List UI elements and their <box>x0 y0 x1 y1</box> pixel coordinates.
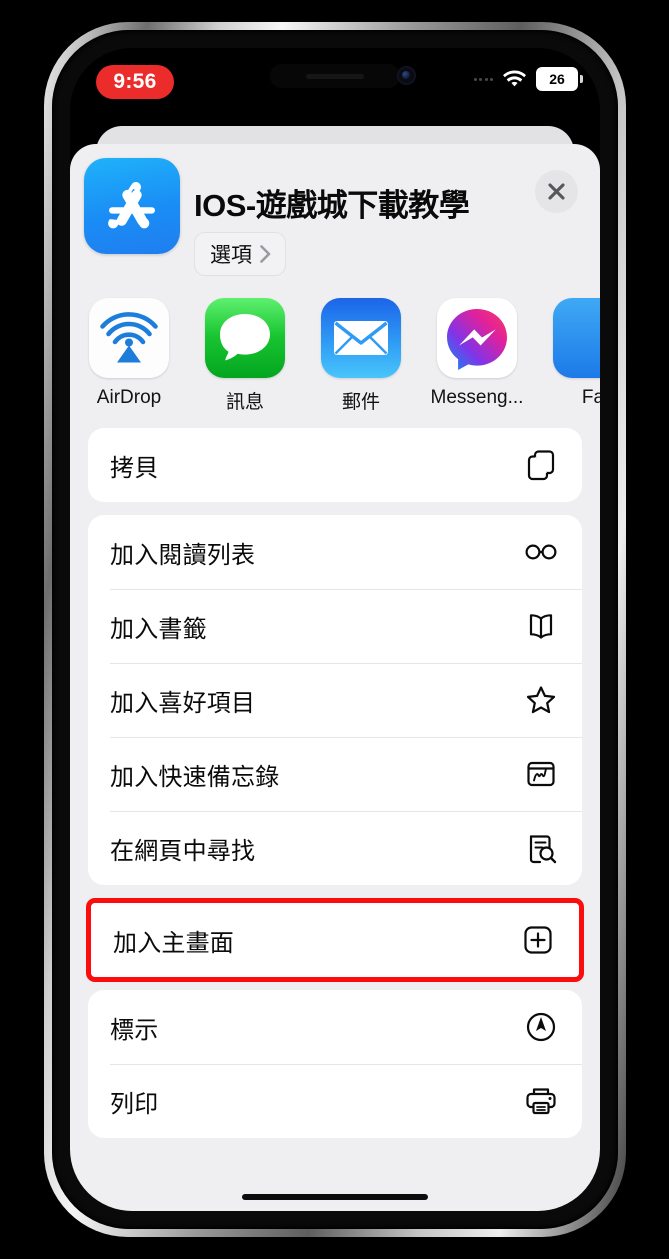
action-label: 在網頁中尋找 <box>110 837 256 865</box>
action-row-print[interactable]: 列印 <box>88 1064 582 1138</box>
action-row-copy[interactable]: 拷貝 <box>88 428 582 502</box>
messages-icon <box>205 298 285 378</box>
facetime-icon <box>553 298 600 378</box>
home-indicator[interactable] <box>242 1194 428 1200</box>
glasses-icon <box>525 544 557 560</box>
action-group: 拷貝 <box>88 428 582 502</box>
book-icon <box>529 614 553 639</box>
share-sheet-header: IOS-遊戲城下載教學 選項 <box>70 144 600 294</box>
action-label: 加入快速備忘錄 <box>110 763 280 791</box>
action-label: 加入喜好項目 <box>110 689 256 717</box>
action-label: 標示 <box>110 1016 159 1044</box>
share-target-label: AirDrop <box>96 387 162 408</box>
action-row-add-quick-note[interactable]: 加入快速備忘錄 <box>88 737 582 811</box>
action-row-add-to-favorites[interactable]: 加入喜好項目 <box>88 663 582 737</box>
share-target-label: Fa <box>581 387 600 408</box>
share-targets-row[interactable]: AirDrop 訊息 郵件 Messeng... Fa <box>70 294 600 428</box>
action-row-find-on-page[interactable]: 在網頁中尋找 <box>88 811 582 885</box>
share-target-label: 郵件 <box>341 392 380 413</box>
action-label: 拷貝 <box>110 454 159 482</box>
airdrop-icon <box>89 298 169 378</box>
front-camera-icon <box>397 66 416 85</box>
clock-label: 9:56 <box>113 70 157 93</box>
action-group: 加入閱讀列表 加入書籤 加入喜好項目 加入快速備忘錄 在網頁中尋找 <box>88 515 582 885</box>
options-label: 選項 <box>210 244 252 267</box>
action-label: 加入書籤 <box>110 615 207 643</box>
action-label: 加入主畫面 <box>113 929 234 957</box>
plus-square-icon <box>524 926 552 954</box>
status-indicators: 26 <box>473 67 583 91</box>
quick-note-icon <box>527 761 555 787</box>
share-target-label: Messeng... <box>430 387 524 408</box>
phone-bezel: 9:56 26 IOS-遊戲城下載教學 選項 AirDrop 訊息 郵件 Mes… <box>52 30 618 1229</box>
app-store-icon <box>84 158 180 254</box>
speaker-icon <box>306 73 364 79</box>
chevron-right-icon <box>260 245 271 263</box>
share-target-label: 訊息 <box>225 392 264 413</box>
share-target-messages[interactable]: 訊息 <box>200 298 290 414</box>
copy-icon <box>527 450 555 481</box>
share-target-facetime[interactable]: Fa <box>548 298 600 414</box>
print-icon <box>526 1088 556 1115</box>
dynamic-island <box>270 64 400 88</box>
action-label: 加入閱讀列表 <box>110 541 256 569</box>
status-bar: 9:56 26 <box>70 48 600 124</box>
signal-dots-icon <box>473 77 493 81</box>
action-label: 列印 <box>110 1090 159 1118</box>
wifi-icon <box>503 70 526 86</box>
battery-level-label: 26 <box>549 71 565 87</box>
action-row-add-to-home-screen[interactable]: 加入主畫面 <box>91 903 579 977</box>
action-row-add-to-reading-list[interactable]: 加入閱讀列表 <box>88 515 582 589</box>
share-target-mail[interactable]: 郵件 <box>316 298 406 414</box>
phone-frame: 9:56 26 IOS-遊戲城下載教學 選項 AirDrop 訊息 郵件 Mes… <box>44 22 626 1237</box>
page-title: IOS-遊戲城下載教學 <box>194 188 470 223</box>
mail-icon <box>321 298 401 378</box>
share-target-airdrop[interactable]: AirDrop <box>84 298 174 414</box>
action-row-markup[interactable]: 標示 <box>88 990 582 1064</box>
options-button[interactable]: 選項 <box>194 232 286 276</box>
share-target-messenger[interactable]: Messeng... <box>430 298 524 414</box>
status-clock: 9:56 <box>96 65 174 99</box>
messenger-icon <box>437 298 517 378</box>
close-icon <box>548 183 565 200</box>
close-button[interactable] <box>535 170 578 213</box>
phone-screen: 9:56 26 IOS-遊戲城下載教學 選項 AirDrop 訊息 郵件 Mes… <box>70 48 600 1211</box>
battery-indicator: 26 <box>536 67 583 91</box>
find-on-page-icon <box>529 835 557 864</box>
action-group: 標示 列印 <box>88 990 582 1138</box>
action-group-highlighted: 加入主畫面 <box>86 898 584 982</box>
markup-icon <box>526 1012 556 1042</box>
star-icon <box>526 686 556 714</box>
share-sheet: IOS-遊戲城下載教學 選項 AirDrop 訊息 郵件 Messeng... … <box>70 144 600 1211</box>
action-row-add-bookmark[interactable]: 加入書籤 <box>88 589 582 663</box>
